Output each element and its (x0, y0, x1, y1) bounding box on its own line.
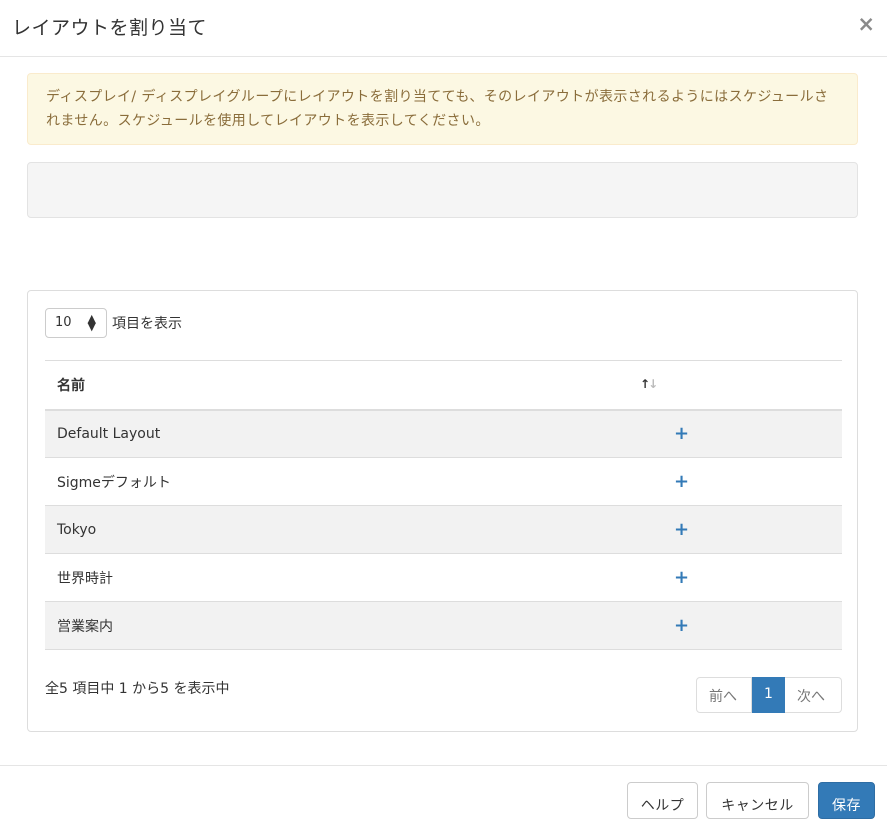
layouts-table: 名前 ↑↓ Default Layout + Sigmeデフォルト + Toky… (45, 360, 842, 650)
layout-name: 世界時計 (57, 570, 113, 587)
add-layout-plus-icon[interactable]: + (674, 519, 689, 540)
sort-arrows-icon[interactable]: ↑↓ (640, 377, 658, 391)
table-info: 全5 項目中 1 から5 を表示中 (45, 681, 230, 697)
modal-footer: ヘルプ キャンセル 保存 (0, 765, 887, 829)
layout-name: Tokyo (57, 521, 97, 538)
cancel-button[interactable]: キャンセル (706, 782, 809, 819)
table-row: 世界時計 + (45, 554, 842, 602)
filter-well (27, 162, 858, 218)
add-layout-plus-icon[interactable]: + (674, 423, 689, 444)
layout-name: Default Layout (57, 425, 161, 442)
column-header-name[interactable]: 名前 (45, 360, 640, 411)
layout-name: Sigmeデフォルト (57, 474, 171, 491)
table-header-row: 名前 ↑↓ (45, 360, 842, 411)
pagination-prev-button[interactable]: 前へ (696, 677, 752, 713)
column-header-action[interactable]: ↑↓ (640, 360, 842, 411)
help-button[interactable]: ヘルプ (627, 782, 698, 819)
table-row: Sigmeデフォルト + (45, 458, 842, 506)
close-icon[interactable]: × (857, 14, 875, 35)
table-row: 営業案内 + (45, 601, 842, 650)
select-arrows-icon: ▲ ▼ (87, 312, 96, 333)
save-button[interactable]: 保存 (818, 782, 875, 819)
layouts-panel: 10 ▲ ▼ 項目を表示 名前 ↑↓ Default Layout + Sigme… (27, 290, 858, 732)
pagination-next-button[interactable]: 次へ (785, 677, 842, 713)
layout-name: 営業案内 (57, 618, 113, 635)
add-layout-plus-icon[interactable]: + (674, 615, 689, 636)
page-length-label: 項目を表示 (112, 316, 182, 332)
page-length-select[interactable]: 10 ▲ ▼ (45, 308, 107, 338)
table-row: Tokyo + (45, 505, 842, 554)
modal-title: レイアウトを割り当て (12, 17, 208, 39)
pagination: 前へ 1 次へ (696, 677, 842, 713)
modal-header: レイアウトを割り当て × (0, 0, 887, 57)
page-length-value: 10 (55, 315, 72, 330)
warning-alert: ディスプレイ/ ディスプレイグループにレイアウトを割り当てても、そのレイアウトが… (27, 73, 858, 145)
add-layout-plus-icon[interactable]: + (674, 567, 689, 588)
add-layout-plus-icon[interactable]: + (674, 471, 689, 492)
table-row: Default Layout + (45, 409, 842, 458)
pagination-page-1[interactable]: 1 (752, 677, 785, 713)
